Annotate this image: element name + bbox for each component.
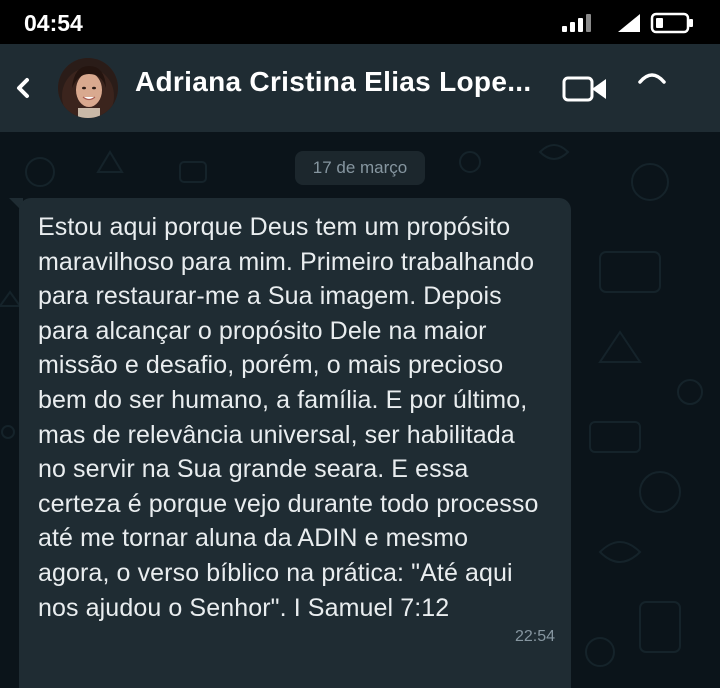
- wifi-icon: [618, 14, 640, 32]
- status-icons: [562, 12, 693, 34]
- message-line: agora, o verso bíblico na prática: "Até …: [38, 558, 513, 587]
- message-line: maravilhoso para mim. Primeiro trabalhan…: [38, 247, 535, 276]
- message-line: certeza é porque vejo durante todo proce…: [38, 489, 539, 518]
- video-camera-icon[interactable]: [562, 74, 608, 104]
- message-line: nos ajudou o Senhor". I Samuel 7:12: [38, 593, 450, 622]
- phone-icon[interactable]: [632, 66, 672, 106]
- date-chip: 17 de março: [295, 151, 425, 185]
- message-time: 22:54: [514, 628, 555, 645]
- status-time: 04:54: [24, 10, 83, 36]
- chevron-left-icon[interactable]: [14, 68, 34, 108]
- message-line: bem do ser humano, a família. E por últi…: [38, 385, 528, 414]
- message-line: mas de relevância universal, ser habilit…: [38, 420, 515, 449]
- battery-icon: [650, 12, 693, 34]
- signal-bars-icon: [562, 14, 591, 32]
- message-line: missão e desafio, porém, o mais precioso: [38, 351, 504, 380]
- message-line: no servir na Sua grande seara. E essa: [38, 455, 469, 484]
- avatar[interactable]: [58, 58, 118, 118]
- message-bubble[interactable]: Estou aqui porque Deus tem um propósito m…: [19, 198, 571, 688]
- message-text: Estou aqui porque Deus tem um propósito m…: [38, 210, 568, 625]
- message-line: Estou aqui porque Deus tem um propósito: [38, 213, 511, 241]
- status-bar: 04:54: [0, 0, 720, 44]
- contact-name[interactable]: Adriana Cristina Elias Lope...: [135, 66, 535, 98]
- chat-area[interactable]: 17 de março Estou aqui porque Deus tem u…: [0, 132, 720, 688]
- message-line: até me tornar aluna da ADIN e mesmo: [38, 524, 469, 553]
- message-line: para alcançar o propósito Dele na maior: [38, 316, 487, 345]
- chat-header: Adriana Cristina Elias Lope...: [0, 44, 720, 132]
- message-line: para restaurar-me a Sua imagem. Depois: [38, 282, 502, 311]
- avatar-image: [58, 58, 118, 118]
